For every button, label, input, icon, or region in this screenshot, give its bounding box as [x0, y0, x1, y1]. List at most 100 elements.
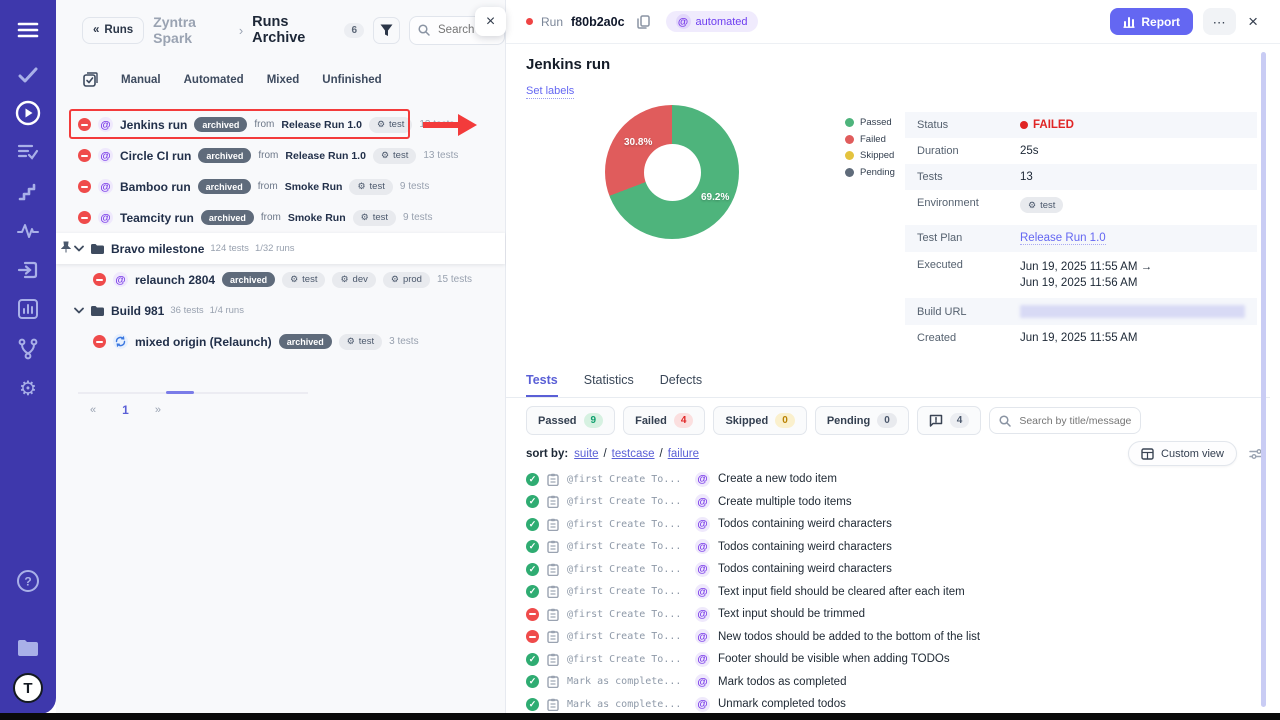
milestone-runs-stat: 1/32 runs [255, 243, 295, 254]
branches-icon[interactable] [0, 337, 56, 361]
list-check-icon[interactable] [0, 142, 56, 162]
test-row[interactable]: @first Create To... @ Todos containing w… [526, 536, 1268, 559]
test-title[interactable]: Todos containing weird characters [718, 518, 892, 530]
test-row[interactable]: @first Create To... @ Create multiple to… [526, 491, 1268, 514]
report-button[interactable]: Report [1110, 8, 1193, 35]
custom-view-button[interactable]: Custom view [1128, 441, 1237, 466]
tab-manual[interactable]: Manual [121, 74, 161, 86]
pagination-page-1[interactable]: 1 [122, 403, 129, 417]
run-item-relaunch-2804[interactable]: @ relaunch 2804 archived ⚙test ⚙dev ⚙pro… [56, 264, 505, 295]
account-avatar[interactable]: T [0, 673, 56, 703]
env-badge-test: ⚙test [339, 334, 382, 350]
chevron-down-icon[interactable] [74, 307, 84, 314]
panel-close-button[interactable]: × [475, 7, 506, 36]
test-row[interactable]: @first Create To... @ Create a new todo … [526, 468, 1268, 491]
tab-statistics[interactable]: Statistics [584, 373, 634, 397]
test-title[interactable]: Create a new todo item [718, 473, 837, 485]
set-labels-link[interactable]: Set labels [526, 85, 574, 99]
tab-unfinished[interactable]: Unfinished [322, 74, 381, 86]
gear-icon: ⚙ [391, 275, 399, 284]
test-title[interactable]: Create multiple todo items [718, 496, 852, 508]
sort-by-failure[interactable]: failure [668, 448, 699, 460]
vertical-scrollbar[interactable] [1261, 52, 1266, 707]
archived-badge: archived [198, 179, 251, 194]
milestone-tests-stat: 124 tests [210, 243, 249, 254]
test-title[interactable]: Unmark completed todos [718, 698, 846, 710]
run-type-tabs: Manual Automated Mixed Unfinished [83, 72, 382, 87]
projects-folder-icon[interactable] [0, 636, 56, 660]
detail-close-icon[interactable]: × [1246, 12, 1260, 32]
milestone-build-981[interactable]: Build 981 36 tests 1/4 runs [56, 295, 505, 326]
sort-by-suite[interactable]: suite [574, 448, 598, 460]
automated-test-icon: @ [695, 539, 710, 554]
filter-skipped-chip[interactable]: Skipped 0 [713, 406, 806, 435]
test-suite-name: Mark as complete... [567, 676, 687, 687]
select-all-icon[interactable] [83, 72, 98, 87]
runs-play-icon[interactable] [0, 100, 56, 126]
legend-dot-pending [845, 168, 854, 177]
run-item-mixed-origin[interactable]: mixed origin (Relaunch) archived ⚙test 3… [56, 326, 505, 357]
breadcrumb-separator: › [239, 23, 243, 38]
filter-passed-chip[interactable]: Passed 9 [526, 406, 615, 435]
more-options-button[interactable]: ⋯ [1203, 8, 1236, 35]
menu-icon[interactable] [0, 18, 56, 42]
import-icon[interactable] [0, 258, 56, 282]
build-url-redacted[interactable] [1020, 305, 1245, 318]
test-row[interactable]: Mark as complete... @ Mark todos as comp… [526, 671, 1268, 694]
test-row[interactable]: @first Create To... @ Text input should … [526, 603, 1268, 626]
sort-by-testcase[interactable]: testcase [612, 448, 655, 460]
runs-count-badge: 6 [344, 23, 364, 38]
steps-icon[interactable] [0, 182, 56, 202]
breadcrumb-project[interactable]: Zyntra Spark [153, 14, 230, 46]
info-row-status: Status FAILED [905, 112, 1257, 138]
back-to-runs-button[interactable]: « Runs [82, 17, 144, 44]
test-plan-link[interactable]: Release Run 1.0 [1020, 232, 1106, 245]
main-sidebar: ⚙ ? T [0, 0, 56, 714]
env-badge-dev: ⚙dev [332, 272, 375, 288]
run-item-jenkins[interactable]: @ Jenkins run archived from Release Run … [56, 109, 505, 140]
pagination-prev[interactable]: « [90, 404, 96, 416]
test-title[interactable]: Todos containing weird characters [718, 563, 892, 575]
tab-automated[interactable]: Automated [184, 74, 244, 86]
pagination-next[interactable]: » [155, 404, 161, 416]
test-title[interactable]: New todos should be added to the bottom … [718, 631, 980, 643]
pulse-icon[interactable] [0, 221, 56, 241]
run-item-circle-ci[interactable]: @ Circle CI run archived from Release Ru… [56, 140, 505, 171]
test-row[interactable]: @first Create To... @ Todos containing w… [526, 513, 1268, 536]
tasks-check-icon[interactable] [0, 64, 56, 86]
tests-search-input[interactable] [1017, 414, 1141, 428]
test-title[interactable]: Mark todos as completed [718, 676, 846, 688]
copy-icon[interactable] [635, 13, 652, 31]
chevron-down-icon[interactable] [74, 245, 84, 252]
test-row[interactable]: @first Create To... @ Text input field s… [526, 581, 1268, 604]
automated-test-icon: @ [695, 697, 710, 712]
tab-mixed[interactable]: Mixed [267, 74, 300, 86]
help-icon[interactable]: ? [0, 568, 56, 594]
env-badge: ⚙test [353, 210, 396, 226]
pagination-active-indicator [166, 391, 194, 394]
automated-test-icon: @ [695, 584, 710, 599]
test-title[interactable]: Text input should be trimmed [718, 608, 865, 620]
folder-icon [90, 243, 105, 255]
filter-comments-chip[interactable]: 4 [917, 406, 982, 435]
tab-tests[interactable]: Tests [526, 373, 558, 397]
filter-button[interactable] [373, 17, 400, 44]
milestone-bravo[interactable]: Bravo milestone 124 tests 1/32 runs [56, 233, 505, 264]
legend-pending: Pending [845, 167, 895, 178]
test-row[interactable]: @first Create To... @ Footer should be v… [526, 648, 1268, 671]
test-row[interactable]: @first Create To... @ New todos should b… [526, 626, 1268, 649]
test-title[interactable]: Footer should be visible when adding TOD… [718, 653, 950, 665]
filter-failed-chip[interactable]: Failed 4 [623, 406, 705, 435]
tab-defects[interactable]: Defects [660, 373, 702, 397]
test-title[interactable]: Text input field should be cleared after… [718, 586, 965, 598]
run-item-teamcity[interactable]: @ Teamcity run archived from Smoke Run ⚙… [56, 202, 505, 233]
test-row[interactable]: @first Create To... @ Todos containing w… [526, 558, 1268, 581]
tests-search-box[interactable] [989, 407, 1141, 434]
settings-gear-icon[interactable]: ⚙ [0, 377, 56, 401]
analytics-icon[interactable] [0, 297, 56, 321]
failed-status-icon [526, 608, 539, 621]
run-item-bamboo[interactable]: @ Bamboo run archived from Smoke Run ⚙te… [56, 171, 505, 202]
run-list: @ Jenkins run archived from Release Run … [56, 109, 505, 357]
test-title[interactable]: Todos containing weird characters [718, 541, 892, 553]
filter-pending-chip[interactable]: Pending 0 [815, 406, 909, 435]
